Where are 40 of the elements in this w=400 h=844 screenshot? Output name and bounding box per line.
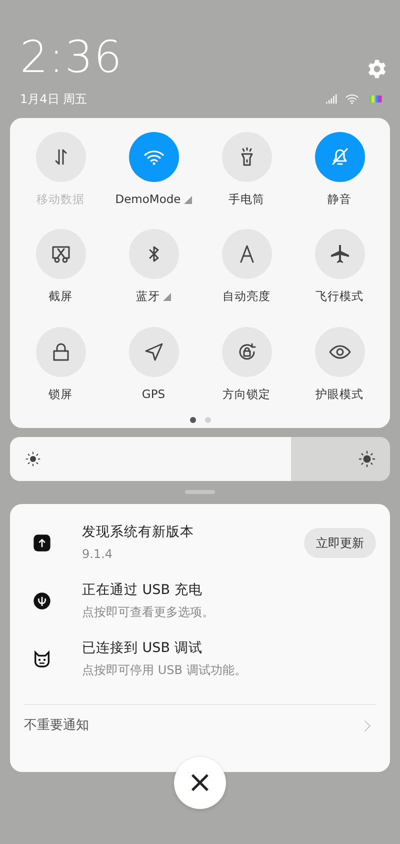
update-button[interactable]: 立即更新 xyxy=(304,528,376,558)
brightness-slider[interactable] xyxy=(10,436,390,481)
drag-handle[interactable] xyxy=(185,490,215,494)
page-dot[interactable] xyxy=(190,416,196,423)
brightness-low-icon xyxy=(25,450,41,467)
notification-text: 点按即可查看更多选项。 xyxy=(82,604,215,622)
notification-item[interactable]: 发现系统有新版本 9.1.4 立即更新 xyxy=(10,514,390,572)
notification-title: 发现系统有新版本 xyxy=(82,523,195,542)
toggle-label: 静音 xyxy=(328,191,352,208)
unimportant-notifications-link[interactable]: 不重要通知 xyxy=(24,716,89,736)
brightness-high-icon xyxy=(358,450,376,468)
toggle-button[interactable] xyxy=(128,132,178,182)
toggle-label: 截屏 xyxy=(48,288,72,306)
toggle-label: 蓝牙 xyxy=(136,288,160,306)
toggle-label: GPS xyxy=(142,386,166,402)
date-text: 1月4日 周五 xyxy=(20,91,88,108)
close-button[interactable]: × xyxy=(174,757,226,809)
usb-icon xyxy=(32,590,52,611)
notification-item[interactable]: 正在通过 USB 充电 点按即可查看更多选项。 xyxy=(10,572,390,630)
notification-item[interactable]: 已连接到 USB 调试 点按即可停用 USB 调试功能。 xyxy=(10,630,390,688)
toggle-label: 自动亮度 xyxy=(222,288,270,306)
toggle-label: 锁屏 xyxy=(48,386,72,402)
page-dot[interactable] xyxy=(204,416,210,423)
toggle-label: DemoMode xyxy=(115,191,181,208)
toggle-button[interactable] xyxy=(222,132,272,182)
notification-text: 9.1.4 xyxy=(82,546,114,564)
toggle-label: 手电筒 xyxy=(228,191,264,208)
settings-icon xyxy=(366,58,388,80)
toggle-label: 移动数据 xyxy=(36,191,84,208)
toggle-label: 飞行模式 xyxy=(316,288,364,306)
toggle-button[interactable] xyxy=(314,132,364,182)
robot-icon xyxy=(32,648,52,669)
toggle-label: 方向锁定 xyxy=(222,386,270,402)
update-icon xyxy=(32,532,52,553)
toggle-label: 护眼模式 xyxy=(316,386,364,402)
notification-text: 点按即可停用 USB 调试功能。 xyxy=(82,662,248,680)
notification-title: 已连接到 USB 调试 xyxy=(82,639,204,658)
clock-time: 2:36 xyxy=(20,36,123,80)
notification-title: 正在通过 USB 充电 xyxy=(82,581,204,600)
wifi-icon xyxy=(344,92,360,106)
